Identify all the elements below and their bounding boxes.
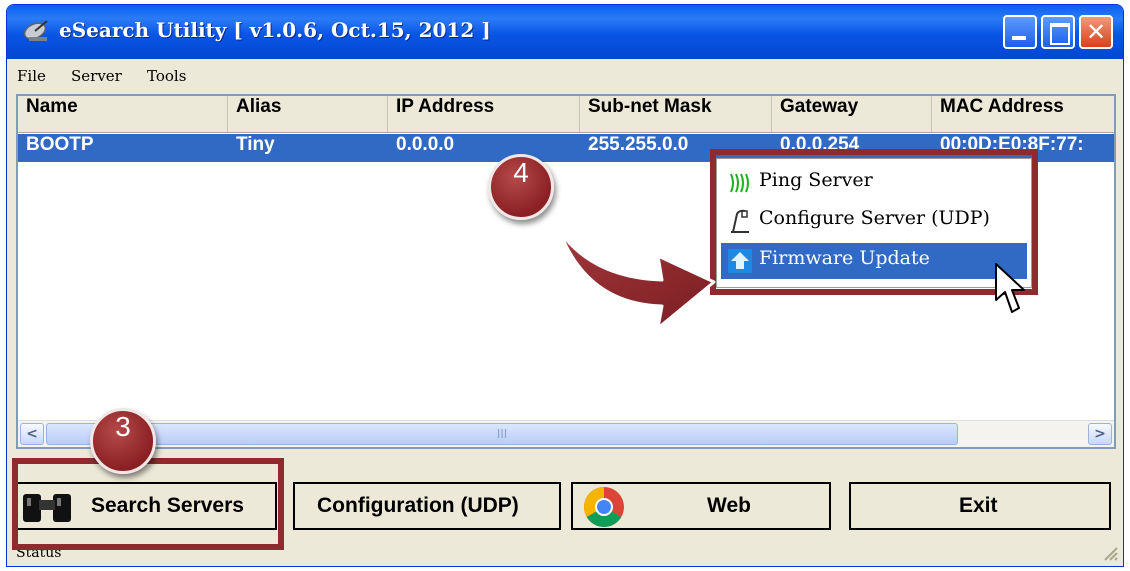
close-button[interactable]: ✕ (1079, 15, 1113, 49)
cell-alias: Tiny (236, 134, 275, 155)
column-header-alias[interactable]: Alias (228, 96, 388, 132)
satellite-dish-icon (23, 20, 48, 41)
curved-arrow-icon (558, 230, 716, 330)
minimize-icon (1012, 36, 1026, 40)
exit-button[interactable]: Exit (849, 482, 1111, 530)
configuration-udp-button[interactable]: Configuration (UDP) (293, 482, 561, 530)
step-3-badge: 3 (90, 408, 156, 474)
web-label: Web (707, 494, 751, 517)
column-header-gateway[interactable]: Gateway (772, 96, 932, 132)
chrome-icon (584, 487, 624, 527)
configuration-udp-label: Configuration (UDP) (317, 494, 519, 517)
maximize-icon (1050, 23, 1070, 45)
mouse-pointer-icon (995, 263, 1025, 313)
close-icon: ✕ (1085, 18, 1107, 46)
menu-server[interactable]: Server (71, 67, 122, 85)
scroll-thumb[interactable]: III (46, 423, 958, 445)
column-header-name[interactable]: Name (18, 96, 228, 132)
minimize-button[interactable] (1003, 15, 1037, 49)
title-bar[interactable]: eSearch Utility [ v1.0.6, Oct.15, 2012 ]… (7, 5, 1123, 59)
list-header: Name Alias IP Address Sub-net Mask Gatew… (18, 96, 1114, 133)
column-header-subnet[interactable]: Sub-net Mask (580, 96, 772, 132)
cell-name: BOOTP (26, 134, 94, 155)
column-header-mac[interactable]: MAC Address (932, 96, 1114, 132)
scroll-left-button[interactable]: < (20, 423, 44, 445)
horizontal-scrollbar[interactable]: < III > (18, 420, 1114, 447)
exit-label: Exit (959, 494, 998, 517)
resize-grip-icon[interactable] (1101, 544, 1119, 562)
menu-bar: File Server Tools (7, 61, 1123, 91)
window-title: eSearch Utility [ v1.0.6, Oct.15, 2012 ] (59, 18, 491, 42)
maximize-button[interactable] (1041, 15, 1075, 49)
menu-file[interactable]: File (17, 67, 46, 85)
highlight-context-menu (710, 149, 1038, 295)
web-button[interactable]: Web (571, 482, 831, 530)
highlight-search-button (12, 458, 284, 550)
step-4-badge: 4 (488, 154, 554, 220)
cell-ip: 0.0.0.0 (396, 134, 455, 155)
scroll-right-button[interactable]: > (1088, 423, 1112, 445)
column-header-ip[interactable]: IP Address (388, 96, 580, 132)
menu-tools[interactable]: Tools (147, 67, 186, 85)
